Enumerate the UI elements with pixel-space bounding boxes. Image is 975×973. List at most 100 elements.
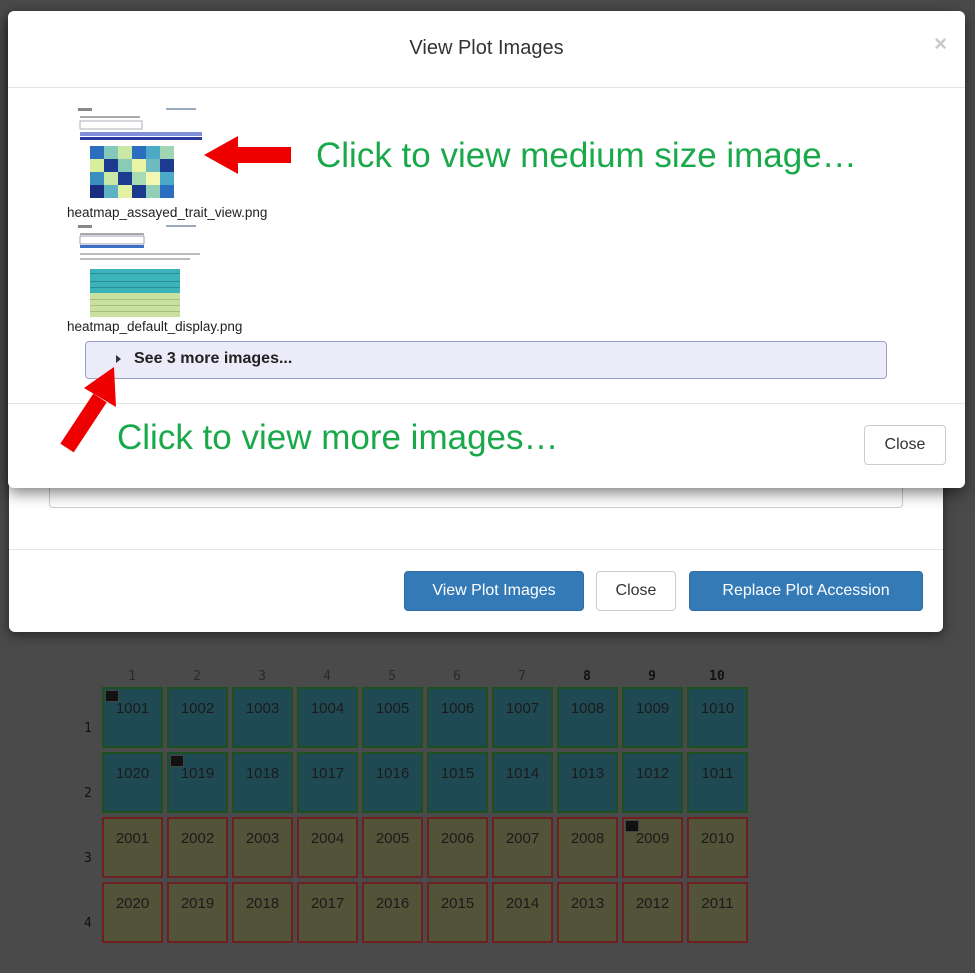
plot-cell[interactable]: 2002 — [167, 817, 228, 878]
plot-number: 2017 — [310, 895, 345, 912]
plot-number: 1009 — [635, 700, 670, 717]
plot-cell[interactable]: 2010 — [687, 817, 748, 878]
plot-cell[interactable]: 2005 — [362, 817, 423, 878]
caret-right-icon — [116, 355, 121, 363]
plot-cell[interactable]: 1006 — [427, 687, 488, 748]
plot-number: 1012 — [635, 765, 670, 782]
plot-number: 1005 — [375, 700, 410, 717]
modal-footer-divider — [8, 403, 965, 404]
plot-number: 1013 — [570, 765, 605, 782]
modal-footer-divider — [9, 549, 943, 550]
plot-number: 2016 — [375, 895, 410, 912]
plot-cell[interactable]: 1010 — [687, 687, 748, 748]
column-number: 7 — [518, 669, 526, 684]
plot-cell[interactable]: 1018 — [232, 752, 293, 813]
plot-number: 1003 — [245, 700, 280, 717]
plot-cell[interactable]: 2007 — [492, 817, 553, 878]
image-badge-icon — [105, 690, 119, 702]
plot-cell[interactable]: 2009 — [622, 817, 683, 878]
plot-number: 1015 — [440, 765, 475, 782]
plot-cell[interactable]: 1012 — [622, 752, 683, 813]
see-more-images-label: See 3 more images... — [134, 350, 293, 367]
plot-number: 1019 — [180, 765, 215, 782]
plot-number: 1008 — [570, 700, 605, 717]
annotation-medium-image: Click to view medium size image… — [316, 136, 857, 175]
replace-plot-accession-button[interactable]: Replace Plot Accession — [689, 571, 923, 611]
plot-cell[interactable]: 1009 — [622, 687, 683, 748]
column-number: 8 — [583, 669, 591, 684]
plot-number: 1016 — [375, 765, 410, 782]
column-number: 5 — [388, 669, 396, 684]
column-number: 2 — [193, 669, 201, 684]
row-number: 1 — [84, 721, 92, 736]
plot-cell[interactable]: 1016 — [362, 752, 423, 813]
plot-cell[interactable]: 1002 — [167, 687, 228, 748]
plot-cell[interactable]: 1013 — [557, 752, 618, 813]
column-number: 3 — [258, 669, 266, 684]
plot-number: 2001 — [115, 830, 150, 847]
image-filename[interactable]: heatmap_default_display.png — [67, 319, 242, 334]
plot-cell[interactable]: 2020 — [102, 882, 163, 943]
plot-cell[interactable]: 2012 — [622, 882, 683, 943]
plot-cell[interactable]: 2013 — [557, 882, 618, 943]
plot-number: 1020 — [115, 765, 150, 782]
plot-cell[interactable]: 2011 — [687, 882, 748, 943]
plot-number: 1002 — [180, 700, 215, 717]
plot-cell[interactable]: 2018 — [232, 882, 293, 943]
plot-cell[interactable]: 2006 — [427, 817, 488, 878]
plot-number: 2002 — [180, 830, 215, 847]
plot-number: 2018 — [245, 895, 280, 912]
modal-header: View Plot Images × — [8, 11, 965, 88]
plot-number: 2011 — [701, 895, 734, 912]
plot-cell[interactable]: 1005 — [362, 687, 423, 748]
image-thumbnail[interactable] — [76, 106, 202, 204]
row-number: 3 — [84, 851, 92, 866]
plot-cell[interactable]: 2016 — [362, 882, 423, 943]
plot-cell[interactable]: 2014 — [492, 882, 553, 943]
plot-cell[interactable]: 1019 — [167, 752, 228, 813]
plot-cell[interactable]: 1008 — [557, 687, 618, 748]
plot-cell[interactable]: 1015 — [427, 752, 488, 813]
plot-cell[interactable]: 1001 — [102, 687, 163, 748]
column-number: 1 — [128, 669, 136, 684]
plot-cell[interactable]: 1014 — [492, 752, 553, 813]
plot-cell[interactable]: 2017 — [297, 882, 358, 943]
plot-cell[interactable]: 2001 — [102, 817, 163, 878]
plot-cell[interactable]: 2019 — [167, 882, 228, 943]
plot-number: 2005 — [375, 830, 410, 847]
row-number: 4 — [84, 916, 92, 931]
plot-cell[interactable]: 2004 — [297, 817, 358, 878]
image-filename[interactable]: heatmap_assayed_trait_view.png — [67, 205, 267, 220]
column-number: 4 — [323, 669, 331, 684]
close-icon[interactable]: × — [934, 31, 947, 57]
image-badge-icon — [625, 820, 639, 832]
close-button[interactable]: Close — [596, 571, 676, 611]
plot-cell[interactable]: 1011 — [687, 752, 748, 813]
view-plot-images-button[interactable]: View Plot Images — [404, 571, 584, 611]
plot-layout-grid: 1 2 3 4 5 6 7 8 9 10 1 2 3 4 1001 1002 1003 1004 1005 1006 1… — [80, 665, 760, 955]
plot-cell[interactable]: 1017 — [297, 752, 358, 813]
plot-number: 1017 — [310, 765, 345, 782]
plot-number: 1011 — [701, 765, 734, 782]
plot-cell[interactable]: 1007 — [492, 687, 553, 748]
see-more-images-toggle[interactable]: See 3 more images... — [85, 341, 887, 379]
column-number: 6 — [453, 669, 461, 684]
close-button[interactable]: Close — [864, 425, 946, 465]
plot-cell[interactable]: 1003 — [232, 687, 293, 748]
column-number: 9 — [648, 669, 656, 684]
plot-cell[interactable]: 1004 — [297, 687, 358, 748]
plot-number: 1014 — [505, 765, 540, 782]
plot-cell[interactable]: 2015 — [427, 882, 488, 943]
plot-number: 2013 — [570, 895, 605, 912]
plot-cell[interactable]: 1020 — [102, 752, 163, 813]
plot-number: 1010 — [700, 700, 735, 717]
plot-number: 2010 — [700, 830, 735, 847]
plot-number: 2019 — [180, 895, 215, 912]
modal-title: View Plot Images — [409, 37, 564, 59]
plot-number: 2006 — [440, 830, 475, 847]
image-thumbnail[interactable] — [76, 223, 202, 319]
plot-cell[interactable]: 2008 — [557, 817, 618, 878]
plot-number: 2004 — [310, 830, 345, 847]
plot-cell[interactable]: 2003 — [232, 817, 293, 878]
plot-number: 1018 — [245, 765, 280, 782]
